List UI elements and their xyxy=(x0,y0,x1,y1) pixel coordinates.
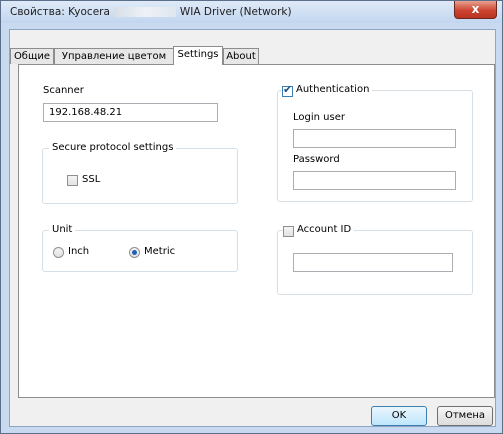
tab-label: Settings xyxy=(177,49,219,60)
unit-legend: Unit xyxy=(49,224,76,235)
login-user-input[interactable] xyxy=(293,129,456,148)
properties-dialog: Свойства: Kyocera WIA Driver (Network) x … xyxy=(0,0,503,434)
inch-label: Inch xyxy=(68,246,90,257)
secure-protocol-group: Secure protocol settings SSL xyxy=(42,142,238,204)
tab-general[interactable]: Общие xyxy=(10,48,54,64)
close-button[interactable]: x xyxy=(454,1,497,19)
password-input[interactable] xyxy=(293,171,456,190)
metric-label: Metric xyxy=(144,246,176,257)
tab-settings[interactable]: Settings xyxy=(173,46,223,65)
tab-about[interactable]: About xyxy=(223,48,259,64)
login-user-label: Login user xyxy=(293,112,345,123)
inch-radio[interactable] xyxy=(53,247,64,258)
redacted-model-name xyxy=(113,7,176,17)
title-bar[interactable]: Свойства: Kyocera WIA Driver (Network) x xyxy=(1,1,502,23)
checkmark-icon: ✔ xyxy=(283,83,293,96)
scanner-label: Scanner xyxy=(43,85,84,96)
window-title-suffix: WIA Driver (Network) xyxy=(179,6,292,18)
metric-radio[interactable] xyxy=(129,247,140,258)
window-title-prefix: Свойства: Kyocera xyxy=(10,6,110,18)
unit-group: Unit Inch Metric xyxy=(42,224,238,272)
password-label: Password xyxy=(293,154,340,165)
authentication-checkbox[interactable]: ✔ xyxy=(282,83,293,97)
secure-protocol-legend: Secure protocol settings xyxy=(49,142,177,153)
account-id-checkbox[interactable] xyxy=(283,226,294,237)
tab-label: Управление цветом xyxy=(61,51,167,62)
authentication-group: ✔ Authentication Login user Password xyxy=(277,84,473,202)
account-id-label: Account ID xyxy=(294,224,355,235)
scanner-address-input[interactable]: 192.168.48.21 xyxy=(43,103,218,122)
tab-color-management[interactable]: Управление цветом xyxy=(54,48,174,64)
window-title: Свойства: Kyocera WIA Driver (Network) xyxy=(10,6,292,18)
authentication-label: Authentication xyxy=(293,84,373,95)
tab-label: About xyxy=(226,51,256,62)
account-id-group: Account ID xyxy=(277,224,473,295)
account-id-input[interactable] xyxy=(293,253,453,272)
close-icon: x xyxy=(471,2,480,16)
settings-panel: Scanner 192.168.48.21 Secure protocol se… xyxy=(18,64,495,398)
ssl-label: SSL xyxy=(82,174,101,185)
tab-label: Общие xyxy=(13,51,51,62)
ok-button[interactable]: OK xyxy=(371,406,427,426)
cancel-button[interactable]: Отмена xyxy=(437,406,493,426)
ssl-checkbox[interactable] xyxy=(67,175,78,186)
